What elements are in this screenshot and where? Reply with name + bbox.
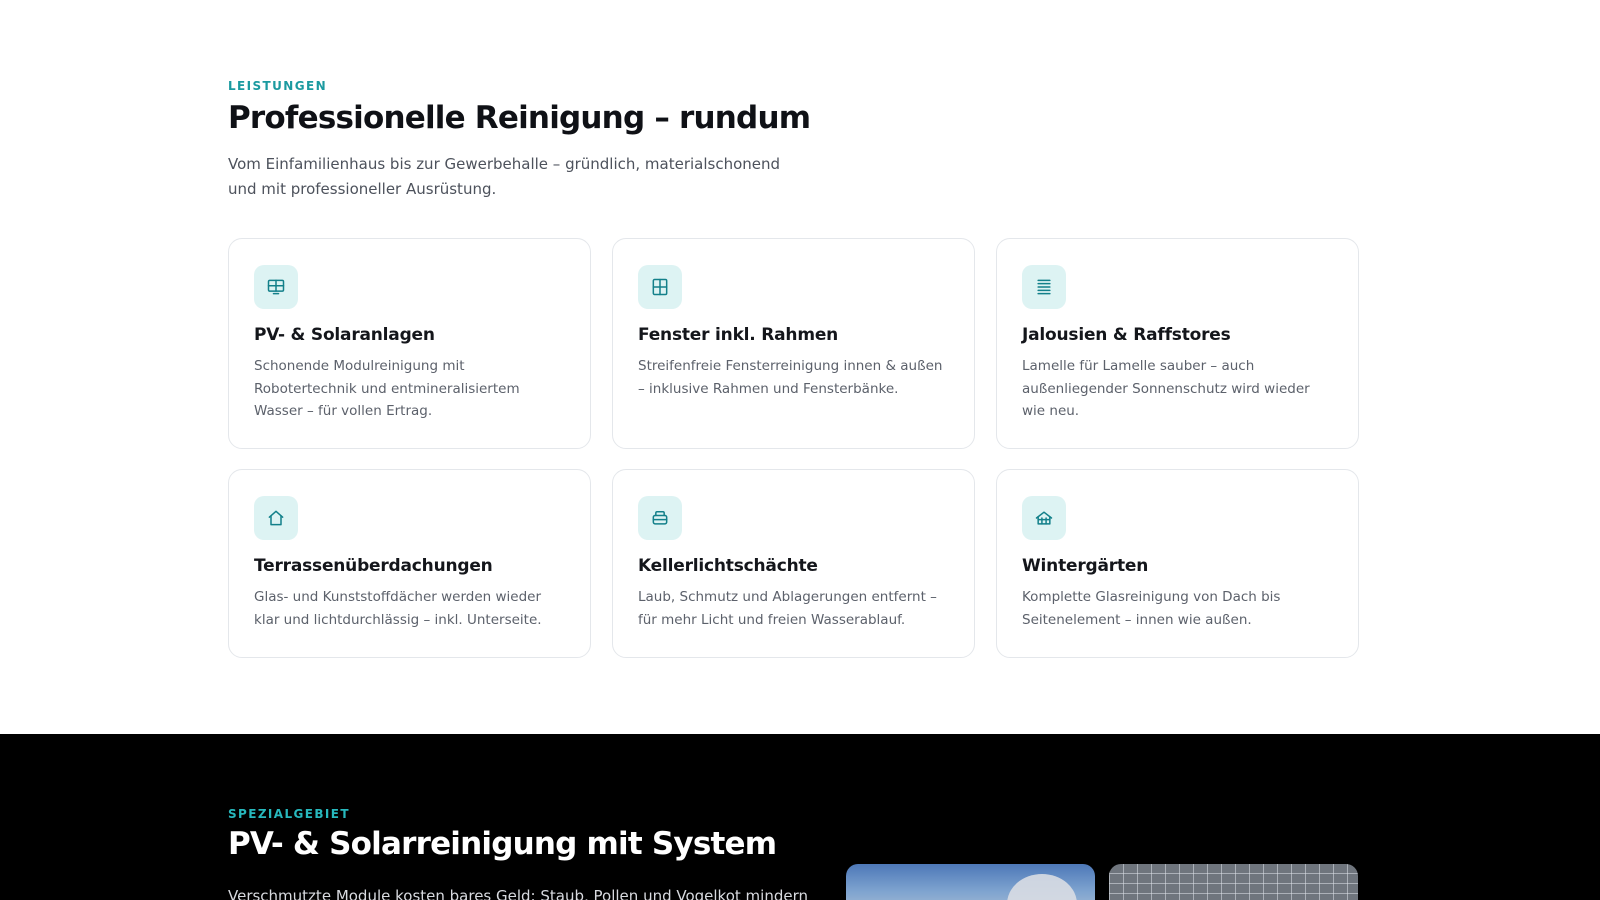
service-card-title: Jalousien & Raffstores xyxy=(1022,325,1231,345)
service-card-text: Laub, Schmutz und Ablagerungen entfernt … xyxy=(638,589,937,628)
service-card-title: Terrassenüberdachungen xyxy=(254,556,493,576)
service-card-text: Lamelle für Lamelle sauber – auch außenl… xyxy=(1022,358,1310,419)
service-card-wintergarten[interactable]: Wintergärten Komplette Glasreinigung von… xyxy=(996,469,1359,658)
services-container: LEISTUNGEN Professionelle Reinigung – ru… xyxy=(228,0,1359,734)
solar-photo-panels xyxy=(1109,864,1358,900)
service-card-title: PV- & Solaranlagen xyxy=(254,325,435,345)
solar-photo-sky xyxy=(846,864,1095,900)
services-eyebrow: LEISTUNGEN xyxy=(228,79,328,93)
services-title: Professionelle Reinigung – rundum xyxy=(228,100,811,136)
pv-special-section: SPEZIALGEBIET PV- & Solarreinigung mit S… xyxy=(0,734,1600,900)
service-card-fenster[interactable]: Fenster inkl. Rahmen Streifenfreie Fenst… xyxy=(612,238,975,449)
window-icon xyxy=(638,265,682,309)
blinds-icon xyxy=(1022,265,1066,309)
special-title: PV- & Solarreinigung mit System xyxy=(228,826,777,862)
basement-icon xyxy=(638,496,682,540)
services-lead: Vom Einfamilienhaus bis zur Gewerbehalle… xyxy=(228,155,781,198)
service-card-text: Schonende Modulreinigung mit Robotertech… xyxy=(254,358,520,419)
services-section: LEISTUNGEN Professionelle Reinigung – ru… xyxy=(0,0,1600,734)
service-card-terrasse[interactable]: Terrassenüberdachungen Glas- und Kunstst… xyxy=(228,469,591,658)
service-card-pv[interactable]: PV- & Solaranlagen Schonende Modulreinig… xyxy=(228,238,591,449)
service-card-keller[interactable]: Kellerlichtschächte Laub, Schmutz und Ab… xyxy=(612,469,975,658)
house-icon xyxy=(254,496,298,540)
solar-panel-icon xyxy=(254,265,298,309)
service-card-title: Kellerlichtschächte xyxy=(638,556,818,576)
service-card-text: Glas- und Kunststoffdächer werden wieder… xyxy=(254,589,542,628)
special-lead: Verschmutzte Module kosten bares Geld: S… xyxy=(228,887,808,900)
service-card-title: Fenster inkl. Rahmen xyxy=(638,325,839,345)
greenhouse-icon xyxy=(1022,496,1066,540)
service-card-jalousien[interactable]: Jalousien & Raffstores Lamelle für Lamel… xyxy=(996,238,1359,449)
special-eyebrow: SPEZIALGEBIET xyxy=(228,807,350,821)
service-card-title: Wintergärten xyxy=(1022,556,1149,576)
service-card-text: Komplette Glasreinigung von Dach bis Sei… xyxy=(1022,589,1281,628)
service-card-text: Streifenfreie Fensterreinigung innen & a… xyxy=(638,358,943,397)
